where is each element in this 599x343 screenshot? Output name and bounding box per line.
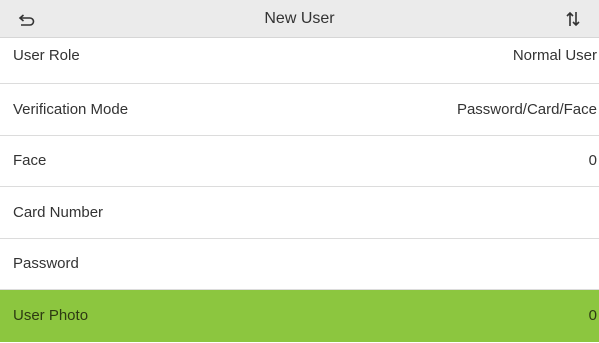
row-verification-mode[interactable]: Verification Mode Password/Card/Face (0, 84, 599, 136)
row-user-role[interactable]: User Role Normal User (0, 38, 599, 84)
row-label: Password (13, 255, 79, 273)
page-title: New User (264, 10, 335, 27)
row-user-photo[interactable]: User Photo 0 (0, 290, 599, 342)
return-arrow-icon (18, 14, 35, 26)
row-label: Verification Mode (13, 100, 129, 118)
row-value: 0 (588, 307, 597, 325)
sort-arrows-icon (566, 11, 580, 27)
row-card-number[interactable]: Card Number (0, 187, 599, 239)
row-face[interactable]: Face 0 (0, 136, 599, 187)
new-user-screen: New User User Role Normal User Verificat… (0, 0, 599, 343)
row-value: Password/Card/Face (456, 100, 597, 118)
sort-button[interactable] (561, 8, 585, 30)
header-bar: New User (0, 0, 599, 38)
row-label: Card Number (13, 203, 104, 221)
back-button[interactable] (14, 8, 38, 30)
row-label: User Photo (13, 307, 89, 325)
user-fields-list: User Role Normal User Verification Mode … (0, 38, 599, 342)
row-value: 0 (588, 152, 597, 170)
row-value: Normal User (512, 47, 597, 64)
row-label: User Role (13, 47, 80, 64)
row-label: Face (13, 152, 47, 170)
row-password[interactable]: Password (0, 239, 599, 290)
